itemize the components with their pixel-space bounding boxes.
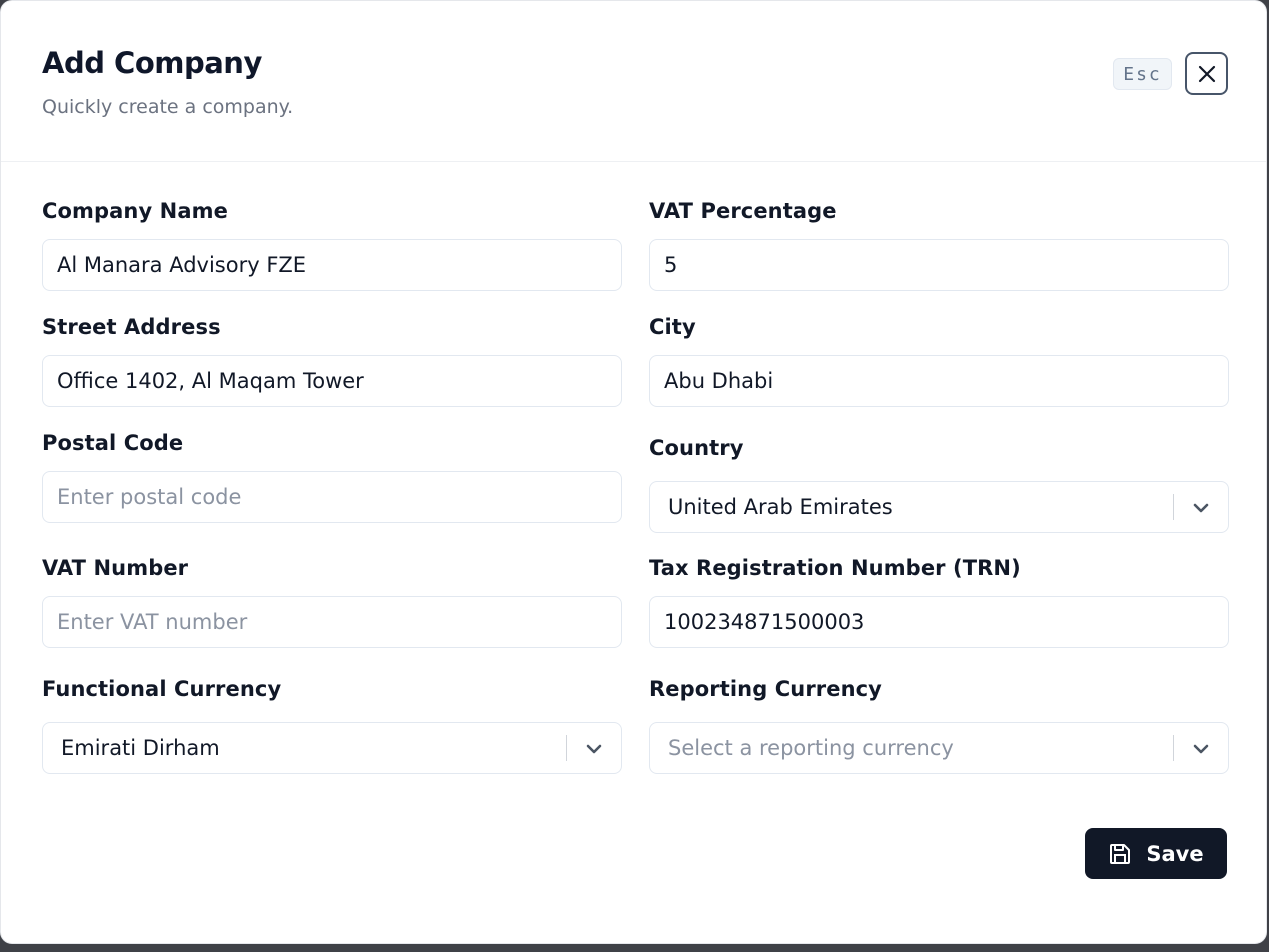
add-company-dialog: Add Company Quickly create a company. Es… [0, 0, 1267, 944]
close-icon [1198, 65, 1215, 82]
reporting-currency-label: Reporting Currency [649, 677, 882, 701]
chevron-down-icon [1193, 744, 1209, 754]
select-divider [1173, 494, 1174, 520]
trn-label: Tax Registration Number (TRN) [649, 556, 1021, 580]
reporting-currency-placeholder: Select a reporting currency [668, 736, 954, 760]
country-select[interactable]: United Arab Emirates [649, 481, 1229, 533]
esc-key-hint: Esc [1113, 58, 1172, 90]
close-button[interactable] [1185, 52, 1228, 95]
select-divider [1173, 735, 1174, 761]
dialog-title: Add Company [42, 46, 262, 80]
postal-code-input[interactable] [42, 471, 622, 523]
vat-percentage-input[interactable] [649, 239, 1229, 291]
chevron-down-icon [586, 744, 602, 754]
street-address-label: Street Address [42, 315, 221, 339]
city-label: City [649, 315, 696, 339]
company-name-input[interactable] [42, 239, 622, 291]
vat-number-label: VAT Number [42, 556, 189, 580]
chevron-down-icon [1193, 503, 1209, 513]
company-name-label: Company Name [42, 199, 228, 223]
functional-currency-label: Functional Currency [42, 677, 282, 701]
reporting-currency-select[interactable]: Select a reporting currency [649, 722, 1229, 774]
vat-percentage-label: VAT Percentage [649, 199, 837, 223]
trn-input[interactable] [649, 596, 1229, 648]
street-address-input[interactable] [42, 355, 622, 407]
country-label: Country [649, 436, 744, 460]
functional-currency-select[interactable]: Emirati Dirham [42, 722, 622, 774]
city-input[interactable] [649, 355, 1229, 407]
country-select-value: United Arab Emirates [668, 495, 893, 519]
dialog-subtitle: Quickly create a company. [42, 96, 294, 118]
select-divider [566, 735, 567, 761]
save-icon [1110, 843, 1131, 864]
save-button[interactable]: Save [1085, 828, 1227, 879]
postal-code-label: Postal Code [42, 431, 184, 455]
dialog-header: Add Company Quickly create a company. Es… [1, 1, 1266, 162]
functional-currency-value: Emirati Dirham [61, 736, 220, 760]
save-button-label: Save [1146, 841, 1204, 866]
vat-number-input[interactable] [42, 596, 622, 648]
